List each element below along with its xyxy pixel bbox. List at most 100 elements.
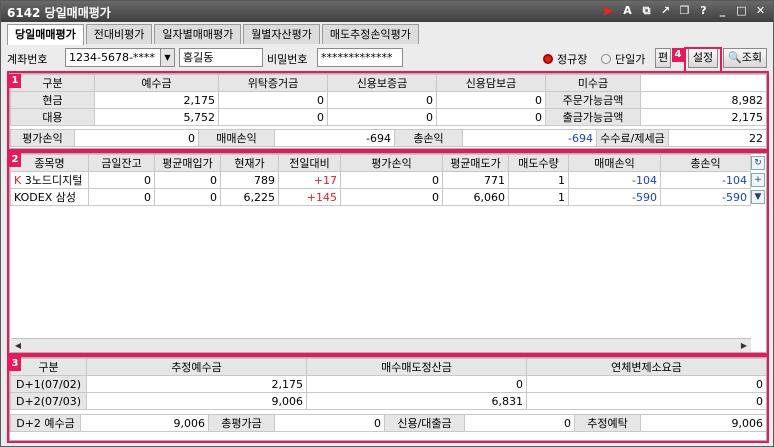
estimate-table: 구분 추정예수금 매수매도정산금 연체변제소요금 D+1(07/02) 2,17… [10, 358, 766, 410]
link-icon[interactable]: ↗ [657, 3, 674, 19]
marker-2: 2 [9, 153, 21, 167]
chevron-down-icon[interactable]: ▼ [160, 48, 175, 67]
d2-deposit-value: 9,006 [80, 414, 209, 432]
search-icon: 🔍 [728, 51, 742, 64]
row-label: 출금가능금액 [545, 108, 641, 126]
cell: 2,175 [640, 108, 766, 126]
est-deposit-label: 추정예탁 [574, 414, 641, 432]
row-label: D+2(07/03) [10, 392, 87, 410]
table-row[interactable]: KODEX 삼성 0 0 6,225 +145 0 6,060 1 -590 -… [10, 188, 751, 206]
radio-single-label: 단일가 [615, 53, 646, 66]
stock-name-cell[interactable]: K 3노드디지털 [10, 171, 89, 189]
cell: 771 [442, 171, 509, 189]
scroll-left-arrow[interactable]: ◀ [11, 339, 25, 352]
holdings-table: 종목명 금일잔고 평균매입가 현재가 전일대비 평가손익 평균매도가 매도수량 … [10, 154, 751, 206]
maximize-icon[interactable]: □ [733, 3, 750, 19]
refresh-icon[interactable]: ↻ [751, 156, 765, 170]
summary-totals-table: 평가손익 0 매매손익 -694 총손익 -694 수수료/제세금 22 [10, 129, 766, 147]
cell: -590 [660, 188, 751, 206]
tab-prev-day-eval[interactable]: 전대비평가 [85, 24, 153, 44]
cell: 0 [154, 171, 221, 189]
password-label: 비밀번호 [267, 53, 308, 66]
tab-sell-estimate[interactable]: 매도추정손익평가 [321, 24, 419, 44]
estimate-panel: 구분 추정예수금 매수매도정산금 연체변제소요금 D+1(07/02) 2,17… [9, 357, 767, 441]
cell: 9,006 [86, 392, 307, 410]
summary-totals-row: 평가손익 0 매매손익 -694 총손익 -694 수수료/제세금 22 [10, 129, 766, 147]
radio-regular[interactable] [543, 54, 553, 64]
fee-value: 22 [668, 129, 766, 147]
header-cell: 미수금 [545, 74, 641, 92]
scroll-end-icon[interactable]: ▼ [751, 190, 765, 204]
minimize-icon[interactable]: _ [714, 3, 731, 19]
summary-row-substitute: 대용 5,752 0 0 0 출금가능금액 2,175 [10, 108, 766, 126]
header-cell[interactable]: 평균매도가 [442, 154, 509, 172]
header-cell[interactable]: 매도수량 [508, 154, 569, 172]
cell: 6,225 [220, 188, 279, 206]
stock-name: KODEX 삼성 [14, 191, 76, 204]
radio-single[interactable] [601, 54, 611, 64]
cell: 0 [88, 171, 155, 189]
header-cell: 신용담보금 [436, 74, 546, 92]
d2-deposit-label: D+2 예수금 [10, 414, 81, 432]
cell: 1 [508, 171, 569, 189]
table-row[interactable]: K 3노드디지털 0 0 789 +17 0 771 1 -104 -104 [10, 171, 751, 189]
account-number-input[interactable]: 1234-5678-**** [65, 48, 161, 67]
cell: 789 [220, 171, 279, 189]
est-deposit-value: 9,006 [640, 414, 766, 432]
header-cell[interactable]: 평가손익 [340, 154, 443, 172]
header-cell: 구분 [10, 74, 95, 92]
setting-button[interactable]: 설정 [688, 48, 718, 68]
cell: 0 [218, 108, 328, 126]
help-icon[interactable]: ? [695, 3, 712, 19]
eval-pl-label: 평가손익 [10, 129, 75, 147]
stock-name-cell[interactable]: KODEX 삼성 [10, 188, 89, 206]
cell: 2,175 [94, 91, 219, 109]
restore-icon[interactable]: ❐ [676, 3, 693, 19]
pyeon-button[interactable]: 편 [655, 48, 671, 68]
tab-daily-eval[interactable]: 당일매매평가 [7, 24, 84, 45]
account-summary-panel: 구분 예수금 위탁증거금 신용보증금 신용담보금 미수금 현금 2,175 0 … [9, 73, 767, 149]
query-button[interactable]: 🔍조회 [723, 48, 767, 68]
cell: 0 [154, 188, 221, 206]
header-cell [640, 74, 766, 92]
marker-1: 1 [9, 74, 21, 88]
cell: 6,060 [442, 188, 509, 206]
header-cell[interactable]: 총손익 [660, 154, 751, 172]
cell: 1 [508, 188, 569, 206]
scroll-right-arrow[interactable]: ▶ [737, 339, 751, 352]
header-cell[interactable]: 현재가 [220, 154, 279, 172]
cell: 0 [526, 375, 766, 393]
header-cell: 매수매도정산금 [306, 358, 527, 376]
cell: 8,982 [640, 91, 766, 109]
close-icon[interactable]: ✕ [752, 3, 769, 19]
window-title: 6142 당일매매평가 [7, 6, 111, 20]
marker-3: 3 [9, 357, 21, 371]
query-button-label: 조회 [741, 51, 762, 64]
header-cell: 신용보증금 [327, 74, 437, 92]
title-bar: 6142 당일매매평가 ▶ A ⧉ ↗ ❐ ? _ □ ✕ [1, 1, 773, 22]
header-cell[interactable]: 전일대비 [278, 154, 341, 172]
table-row: D+2(07/03) 9,006 6,831 0 [10, 392, 766, 410]
cell: 0 [340, 188, 443, 206]
account-name-field: 홍길동 [179, 48, 263, 67]
total-eval-value: 0 [274, 414, 385, 432]
header-cell: 위탁증거금 [218, 74, 328, 92]
copy-icon[interactable]: ⧉ [638, 3, 655, 19]
expand-icon[interactable]: + [751, 173, 765, 187]
horizontal-scrollbar[interactable]: ◀ ▶ [11, 338, 751, 352]
row-label: 현금 [10, 91, 95, 109]
password-input[interactable]: ************* [317, 48, 403, 67]
summary-header-row: 구분 예수금 위탁증거금 신용보증금 신용담보금 미수금 [10, 74, 766, 92]
row-label: 대용 [10, 108, 95, 126]
tab-by-date-eval[interactable]: 일자별매매평가 [154, 24, 242, 44]
header-cell[interactable]: 금일잔고 [88, 154, 155, 172]
tab-monthly-asset[interactable]: 월별자산평가 [243, 24, 320, 44]
header-cell[interactable]: 종목명 [10, 154, 89, 172]
font-icon[interactable]: A [619, 3, 636, 19]
header-cell[interactable]: 평균매입가 [154, 154, 221, 172]
cell: 2,175 [86, 375, 307, 393]
play-icon[interactable]: ▶ [600, 3, 617, 19]
radio-regular-label: 정규장 [557, 53, 588, 66]
cell: 0 [327, 108, 437, 126]
header-cell[interactable]: 매매손익 [568, 154, 661, 172]
